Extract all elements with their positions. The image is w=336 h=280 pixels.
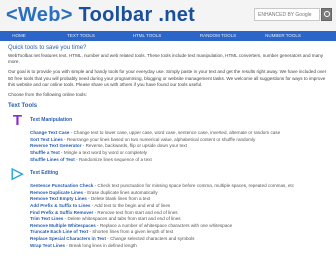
list-item[interactable]: Trim Text Lines - Delete whitespaces and… [30, 216, 328, 223]
intro-paragraph: WebToolbar.net features text, HTML, numb… [8, 53, 324, 65]
list-item[interactable]: Replace Special Characters in Text - Cha… [30, 236, 328, 243]
logo-tld: .net [152, 4, 196, 26]
list-item[interactable]: Shuffle a Text - Mingle a text word by w… [30, 150, 328, 157]
text-edit-icon: ▷ [11, 165, 24, 183]
list-item[interactable]: Reverse Text Generator - Reverse, backwa… [30, 143, 328, 150]
list-item[interactable]: Remove Duplicate Lines - Erase duplicate… [30, 190, 328, 197]
list-item[interactable]: Change Text Case - Change text to lower … [30, 130, 328, 137]
site-logo[interactable]: <Web> Toolbar .net [6, 2, 195, 28]
choose-paragraph: Choose from the following online tools: [8, 92, 87, 98]
nav-text-tools[interactable]: TEXT TOOLS [60, 31, 102, 41]
list-item[interactable]: Shuffle Lines of Text - Randomize lines … [30, 157, 328, 164]
list-item[interactable]: Find Prefix & Suffix Remover - Remove te… [30, 210, 328, 217]
search-button[interactable] [321, 8, 332, 21]
search-icon [324, 11, 330, 17]
main-nav: HOME TEXT TOOLS HTML TOOLS RANDOM TOOLS … [0, 31, 336, 41]
nav-html-tools[interactable]: HTML TOOLS [126, 31, 168, 41]
search-input[interactable]: ENHANCED BY Google [254, 8, 320, 21]
main-content: Quick tools to save you time? WebToolbar… [8, 44, 328, 249]
category-text-manipulation: T Text Manipulation [8, 112, 328, 130]
nav-random-tools[interactable]: RANDOM TOOLS [194, 31, 242, 41]
list-item[interactable]: Add Prefix & Suffix to Lines - Add text … [30, 203, 328, 210]
tool-list: Change Text Case - Change text to lower … [8, 130, 328, 163]
logo-name: Toolbar [72, 4, 153, 26]
category-label[interactable]: Text Editing [30, 170, 58, 176]
goal-paragraph: Our goal is to provide you with simple a… [8, 69, 327, 87]
category-label[interactable]: Text Manipulation [30, 117, 72, 123]
nav-number-tools[interactable]: NUMBER TOOLS [258, 31, 308, 41]
list-item[interactable]: Remove Multiple Whitespaces - Replace a … [30, 223, 328, 230]
list-item[interactable]: Wrap Text Lines - Break long lines in de… [30, 243, 328, 250]
nav-home[interactable]: HOME [4, 31, 34, 41]
list-item[interactable]: Sentence Punctuation Check - Check text … [30, 183, 328, 190]
category-text-editing: ▷ Text Editing [8, 165, 328, 183]
text-type-icon: T [12, 112, 23, 130]
header: <Web> Toolbar .net ENHANCED BY Google [0, 0, 336, 31]
list-item[interactable]: Truncate Each Line of Text - Shorten lin… [30, 229, 328, 236]
list-item[interactable]: Remove Text Empty Lines - Delete blank l… [30, 196, 328, 203]
logo-tag: <Web> [6, 4, 73, 26]
section-title: Text Tools [8, 103, 38, 110]
tool-list: Sentence Punctuation Check - Check text … [8, 183, 328, 249]
list-item[interactable]: Sort Text Lines - Rearrange your lines b… [30, 137, 328, 144]
intro-title: Quick tools to save you time? [8, 45, 87, 51]
